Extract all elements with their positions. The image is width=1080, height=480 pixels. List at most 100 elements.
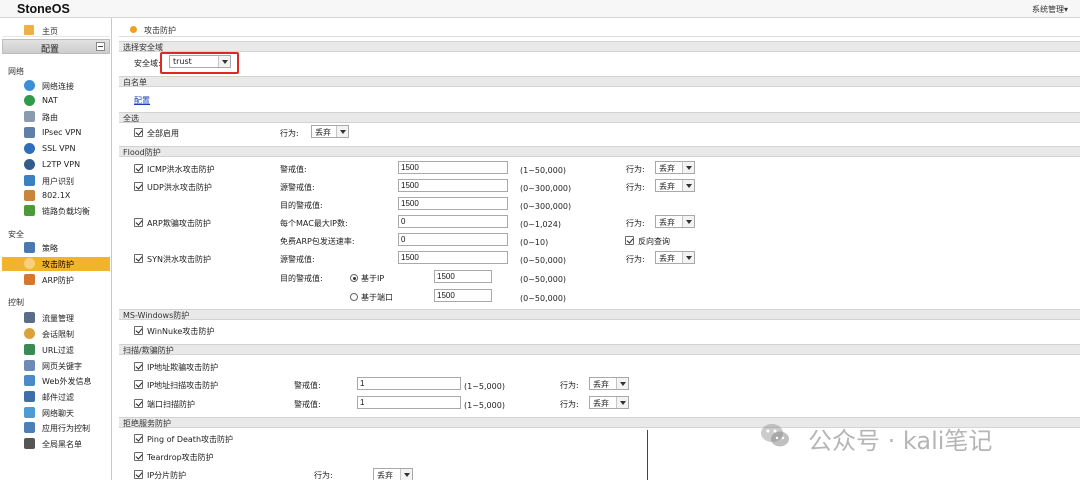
- select-value: 丢弃: [593, 380, 609, 389]
- icmp-threshold-input[interactable]: 1500: [398, 161, 508, 174]
- syn-action-select[interactable]: 丢弃: [655, 251, 695, 264]
- section-title: 选择安全域: [123, 43, 163, 52]
- sidebar-item-label: SSL VPN: [42, 144, 76, 153]
- arp-icon: [24, 274, 35, 285]
- teardrop-checkbox[interactable]: [134, 452, 143, 461]
- sidebar-item-label: NAT: [42, 96, 58, 105]
- sidebar-item-label: 流量管理: [42, 314, 74, 323]
- all-action-select[interactable]: 丢弃: [311, 125, 349, 138]
- arp-action-select[interactable]: 丢弃: [655, 215, 695, 228]
- ip-spoof-checkbox[interactable]: [134, 362, 143, 371]
- ip-scan-threshold-input[interactable]: 1: [357, 377, 461, 390]
- ip-fragment-checkbox[interactable]: [134, 470, 143, 479]
- icmp-action-select[interactable]: 丢弃: [655, 161, 695, 174]
- chat-icon: [24, 407, 35, 418]
- sidebar-item-link-balancing[interactable]: 链路负载均衡: [22, 204, 110, 218]
- sidebar-item-web-outbound[interactable]: Web外发信息: [22, 374, 110, 388]
- watermark: 公众号 · kali笔记: [760, 420, 1060, 455]
- udp-dst-threshold-input[interactable]: 1500: [398, 197, 508, 210]
- sidebar-item-label: URL过滤: [42, 346, 74, 355]
- sidebar-item-label: Web外发信息: [42, 377, 92, 386]
- sidebar-item-blacklist[interactable]: 全局黑名单: [22, 437, 110, 451]
- system-menu[interactable]: 系统管理▾: [1032, 4, 1068, 15]
- arp-spoof-checkbox[interactable]: [134, 218, 143, 227]
- ip-fragment-label: IP分片防护: [147, 471, 187, 480]
- sidebar-item-mail-filter[interactable]: 邮件过滤: [22, 390, 110, 404]
- reverse-lookup-label: 反向查询: [638, 237, 670, 246]
- sidebar-item-ipsec-vpn[interactable]: IPsec VPN: [22, 126, 110, 140]
- sidebar-item-url-filter[interactable]: URL过滤: [22, 343, 110, 357]
- port-scan-action-select[interactable]: 丢弃: [589, 396, 629, 409]
- sidebar-item-session-limit[interactable]: 会话限制: [22, 327, 110, 341]
- sidebar-item-policy[interactable]: 策略: [22, 241, 110, 255]
- port-scan-threshold-input[interactable]: 1: [357, 396, 461, 409]
- collapse-icon[interactable]: [96, 42, 105, 51]
- highlight-box: [160, 52, 239, 74]
- udp-flood-checkbox[interactable]: [134, 182, 143, 191]
- src-threshold-label: 源警戒值:: [280, 255, 315, 264]
- by-ip-radio[interactable]: [350, 274, 358, 282]
- enable-all-checkbox[interactable]: [134, 128, 143, 137]
- sidebar-item-web-keyword[interactable]: 网页关键字: [22, 359, 110, 373]
- home-icon: [24, 25, 34, 35]
- sidebar-item-8021x[interactable]: 802.1X: [22, 189, 110, 203]
- section-title: Flood防护: [123, 148, 161, 157]
- udp-action-select[interactable]: 丢弃: [655, 179, 695, 192]
- ip-fragment-action-select[interactable]: 丢弃: [373, 468, 413, 480]
- sidebar-item-nat[interactable]: NAT: [22, 94, 110, 108]
- sidebar-item-traffic[interactable]: 流量管理: [22, 311, 110, 325]
- sidebar-item-label: 全局黑名单: [42, 440, 82, 449]
- syn-by-port-input[interactable]: 1500: [434, 289, 492, 302]
- app-control-icon: [24, 422, 35, 433]
- range-hint: (0~300,000): [520, 184, 572, 193]
- threshold-label: 警戒值:: [294, 400, 321, 409]
- section-scan-spoof: 扫描/欺骗防护: [119, 344, 1080, 355]
- dst-threshold-label: 目的警戒值:: [280, 274, 323, 283]
- udp-flood-label: UDP洪水攻击防护: [147, 183, 212, 192]
- max-ip-per-mac-label: 每个MAC最大IP数:: [280, 219, 348, 228]
- syn-flood-checkbox[interactable]: [134, 254, 143, 263]
- section-flood: Flood防护: [119, 146, 1080, 157]
- sidebar-item-label: L2TP VPN: [42, 160, 81, 169]
- ping-of-death-checkbox[interactable]: [134, 434, 143, 443]
- sidebar-item-route[interactable]: 路由: [22, 110, 110, 124]
- max-ip-per-mac-input[interactable]: 0: [398, 215, 508, 228]
- threshold-label: 警戒值:: [294, 381, 321, 390]
- sidebar-item-network-connection[interactable]: 网络连接: [22, 79, 110, 93]
- udp-src-threshold-input[interactable]: 1500: [398, 179, 508, 192]
- sidebar-home[interactable]: 主页: [2, 24, 110, 37]
- section-ms-windows: MS-Windows防护: [119, 309, 1080, 320]
- action-label: 行为:: [280, 129, 299, 138]
- keyword-icon: [24, 360, 35, 371]
- chevron-down-icon: [682, 162, 694, 173]
- nat-icon: [24, 95, 35, 106]
- section-title: 扫描/欺骗防护: [123, 346, 174, 355]
- by-port-radio[interactable]: [350, 293, 358, 301]
- route-icon: [24, 111, 35, 122]
- sidebar-item-arp-defense[interactable]: ARP防护: [22, 273, 110, 287]
- reverse-lookup-checkbox[interactable]: [625, 236, 634, 245]
- whitelist-config-link[interactable]: 配置: [134, 95, 150, 106]
- winnuke-checkbox[interactable]: [134, 326, 143, 335]
- auth-icon: [24, 190, 35, 201]
- vpn-icon: [24, 127, 35, 138]
- sidebar-config-header[interactable]: 配置: [2, 39, 110, 55]
- ip-scan-checkbox[interactable]: [134, 380, 143, 389]
- divider: [647, 430, 648, 480]
- port-scan-label: 端口扫描防护: [147, 400, 195, 409]
- ip-scan-action-select[interactable]: 丢弃: [589, 377, 629, 390]
- syn-src-threshold-input[interactable]: 1500: [398, 251, 508, 264]
- sidebar-item-attack-defense[interactable]: 攻击防护: [2, 257, 110, 271]
- sidebar-item-user-identification[interactable]: 用户识别: [22, 174, 110, 188]
- sidebar-item-app-control[interactable]: 应用行为控制: [22, 421, 110, 435]
- action-label: 行为:: [626, 219, 645, 228]
- threshold-label: 警戒值:: [280, 165, 307, 174]
- sidebar-item-ssl-vpn[interactable]: SSL VPN: [22, 142, 110, 156]
- icmp-flood-checkbox[interactable]: [134, 164, 143, 173]
- port-scan-checkbox[interactable]: [134, 399, 143, 408]
- sidebar-item-l2tp-vpn[interactable]: L2TP VPN: [22, 158, 110, 172]
- syn-by-ip-input[interactable]: 1500: [434, 270, 492, 283]
- sidebar: 主页 配置 网络 网络连接 NAT 路由 IPsec VPN SSL VPN L…: [0, 18, 112, 480]
- sidebar-item-im[interactable]: 网络聊天: [22, 406, 110, 420]
- free-arp-rate-input[interactable]: 0: [398, 233, 508, 246]
